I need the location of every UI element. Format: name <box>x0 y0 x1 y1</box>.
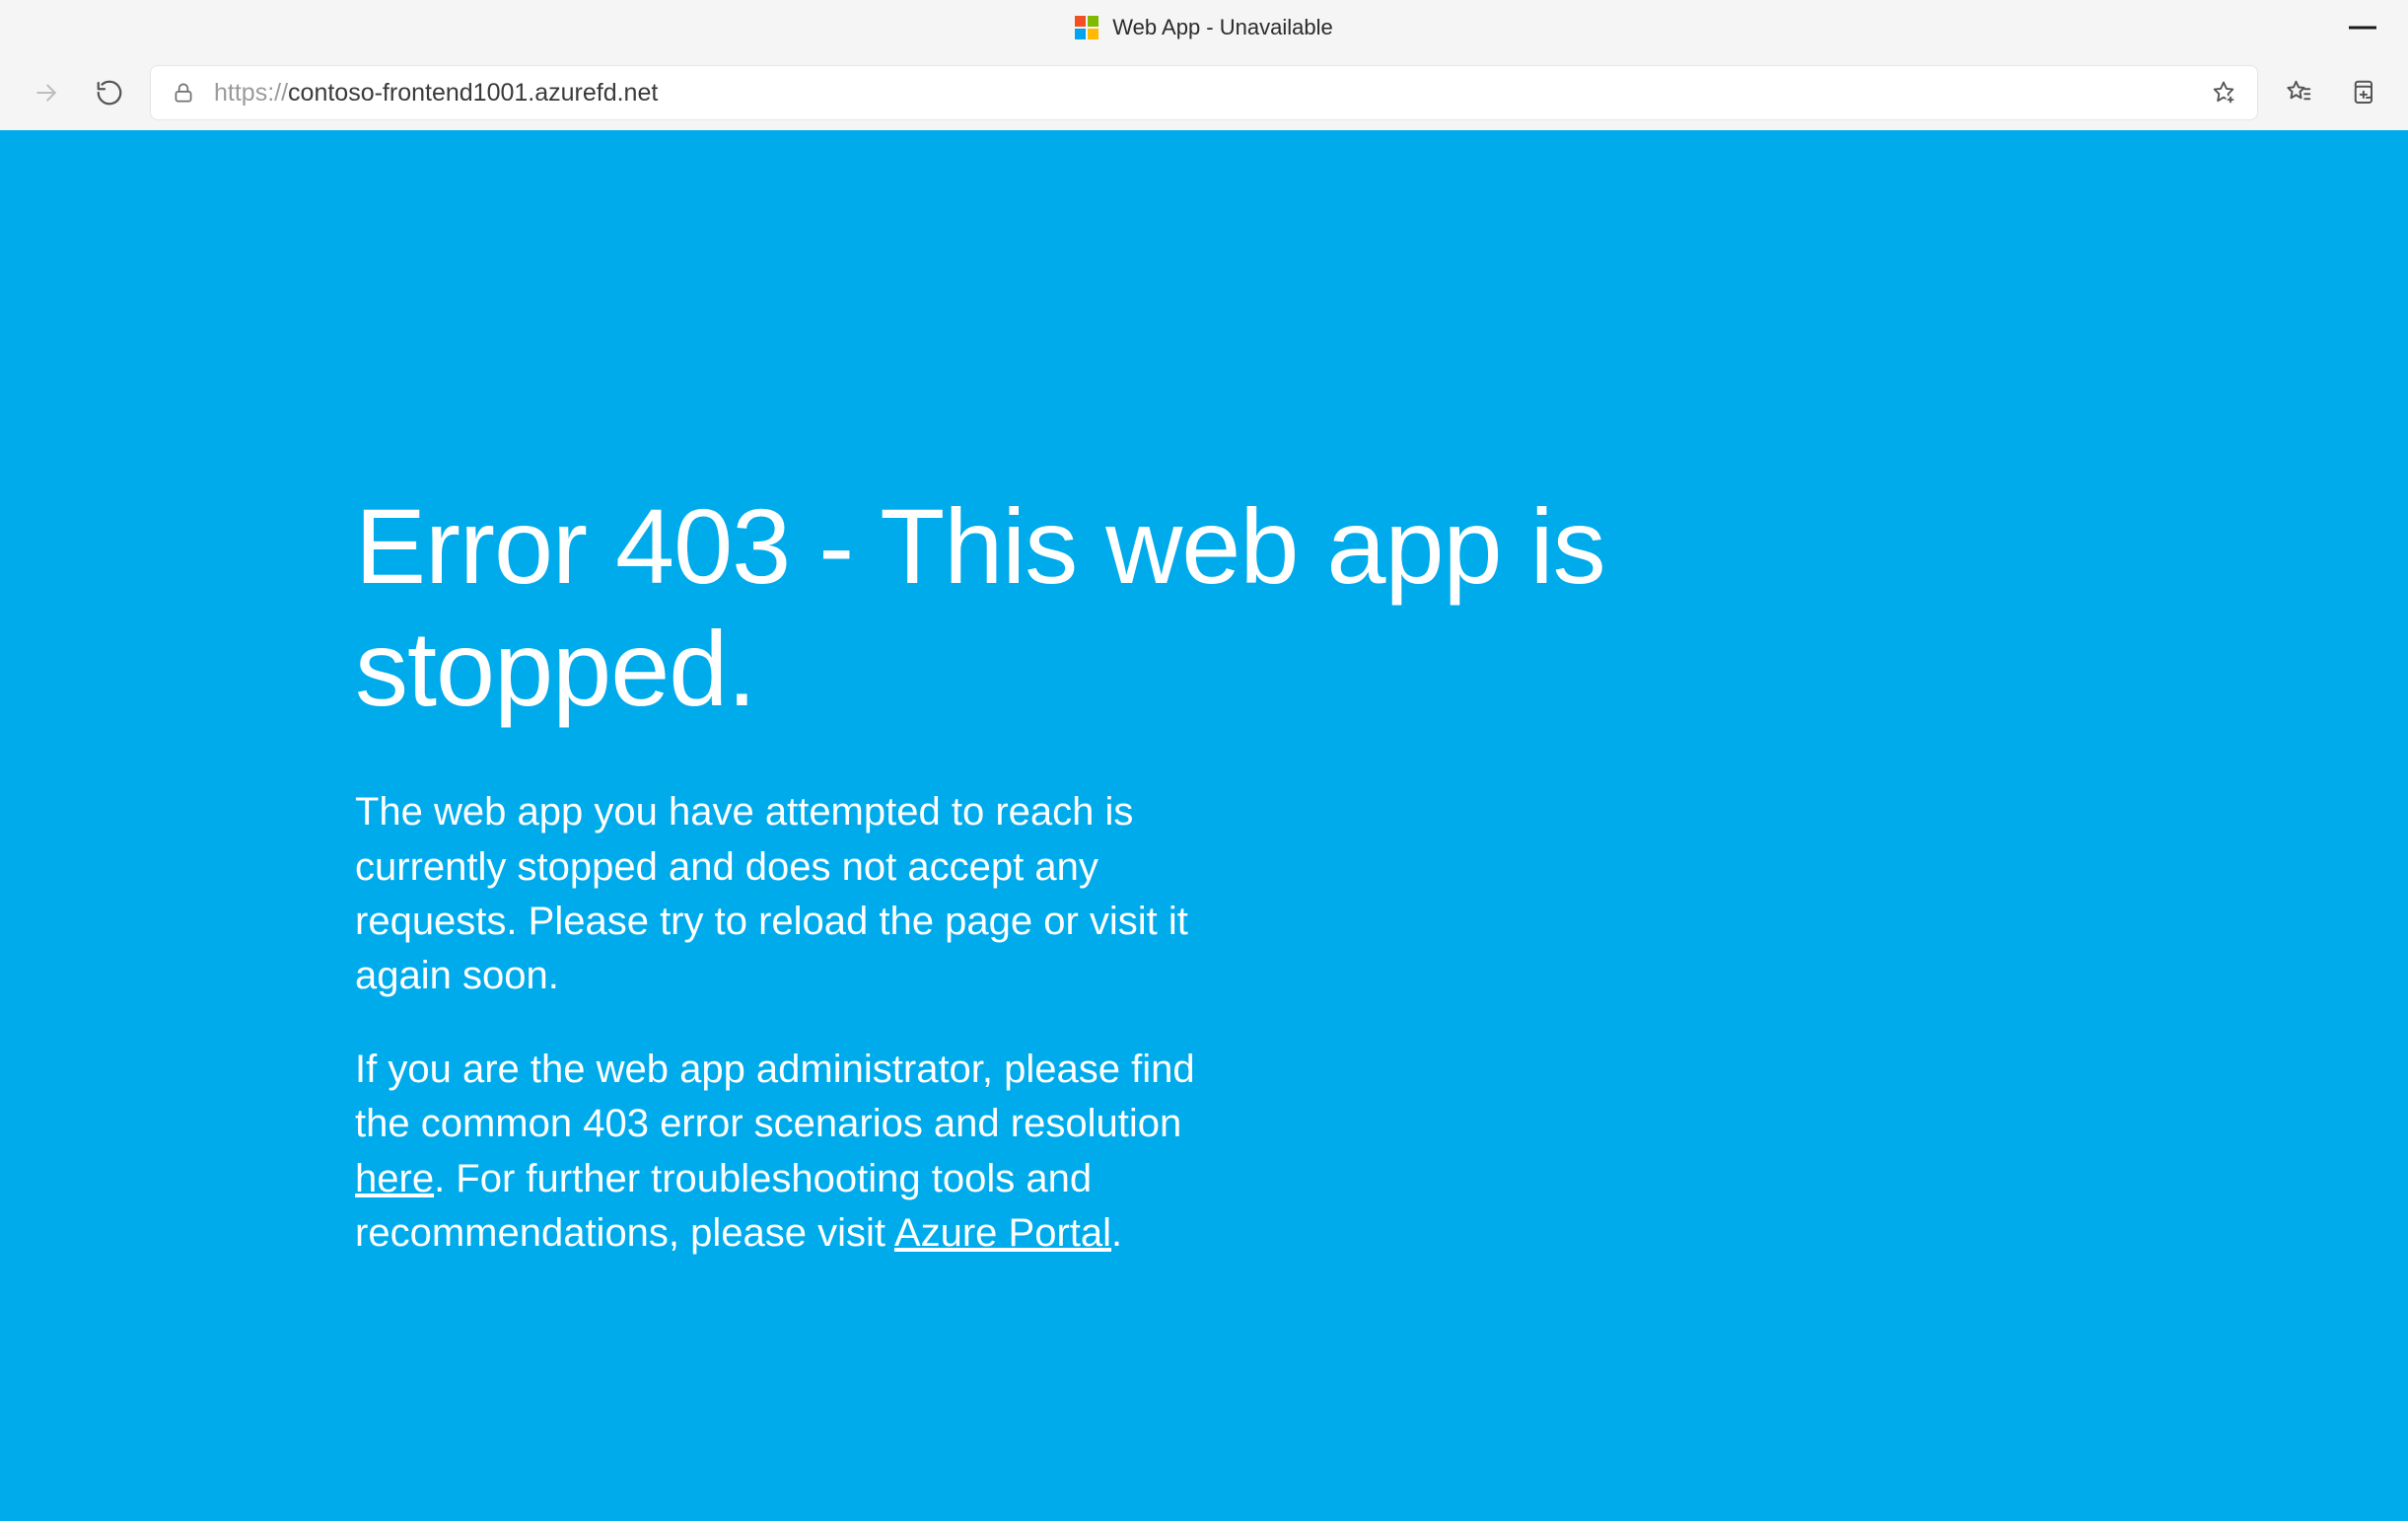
star-lines-icon <box>2284 78 2313 108</box>
page-content: Error 403 - This web app is stopped. The… <box>0 130 2408 1521</box>
window-title: Web App - Unavailable <box>1112 15 1332 40</box>
arrow-right-icon <box>32 78 61 108</box>
url-scheme: https:// <box>214 79 288 107</box>
browser-toolbar: https://contoso-frontend1001.azurefd.net <box>0 55 2408 130</box>
error-description-1: The web app you have attempted to reach … <box>355 785 1252 1003</box>
azure-portal-link[interactable]: Azure Portal <box>894 1211 1111 1255</box>
collections-button[interactable] <box>2339 70 2384 115</box>
add-favorite-inbar-button[interactable] <box>2210 79 2237 107</box>
lock-icon <box>171 80 196 106</box>
window-title-bar: Web App - Unavailable <box>0 0 2408 55</box>
star-plus-icon <box>2210 79 2237 107</box>
forward-button[interactable] <box>24 70 69 115</box>
title-content: Web App - Unavailable <box>1075 15 1332 40</box>
minimize-button[interactable] <box>2349 27 2376 30</box>
microsoft-logo-icon <box>1075 16 1098 39</box>
refresh-icon <box>95 78 124 108</box>
url-host: contoso-frontend1001.azurefd.net <box>288 79 658 107</box>
favorites-button[interactable] <box>2276 70 2321 115</box>
here-link[interactable]: here <box>355 1157 434 1200</box>
error-heading: Error 403 - This web app is stopped. <box>355 485 1834 730</box>
para2-text-a: If you are the web app administrator, pl… <box>355 1048 1195 1145</box>
refresh-button[interactable] <box>87 70 132 115</box>
error-description-2: If you are the web app administrator, pl… <box>355 1043 1252 1261</box>
address-bar[interactable]: https://contoso-frontend1001.azurefd.net <box>150 65 2258 120</box>
para2-text-c: . <box>1111 1211 1122 1255</box>
url-display: https://contoso-frontend1001.azurefd.net <box>214 79 2192 108</box>
collections-icon <box>2347 78 2376 108</box>
